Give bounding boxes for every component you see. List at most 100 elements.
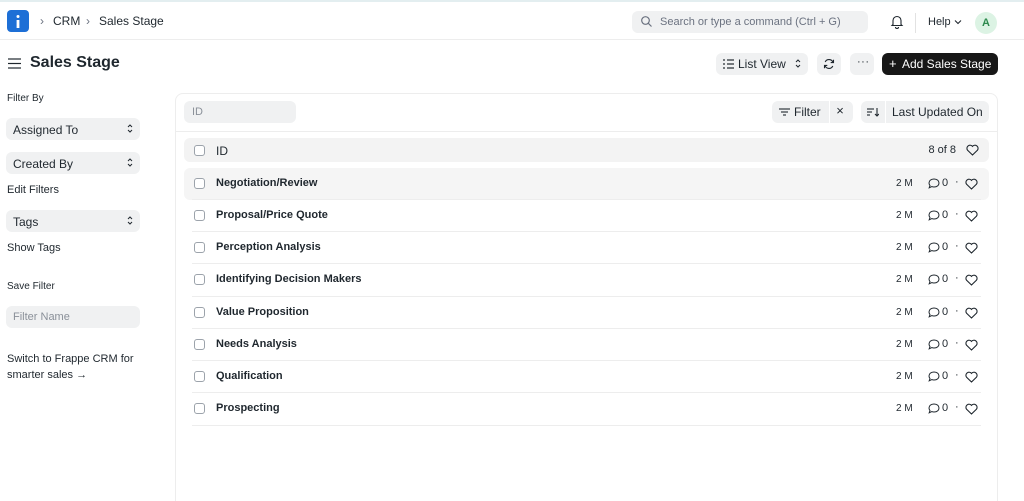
show-tags-link[interactable]: Show Tags bbox=[7, 242, 61, 254]
row-checkbox[interactable] bbox=[194, 274, 205, 285]
user-avatar[interactable]: A bbox=[975, 12, 997, 34]
plus-icon: + bbox=[889, 56, 897, 71]
heart-icon[interactable] bbox=[965, 307, 978, 319]
add-sales-stage-button[interactable]: + Add Sales Stage bbox=[882, 53, 998, 75]
sidebar-toggle-icon[interactable] bbox=[8, 58, 21, 69]
select-arrows-icon bbox=[795, 59, 801, 68]
sort-label: Last Updated On bbox=[892, 105, 983, 119]
filter-icon bbox=[779, 108, 790, 116]
toolbar-divider bbox=[176, 131, 997, 132]
sort-divider bbox=[885, 101, 886, 123]
list-card: Filter × Last Updated On ID 8 of 8 Negot… bbox=[175, 93, 998, 501]
modified-time: 2 M bbox=[896, 242, 913, 253]
comment-count: 0 bbox=[942, 241, 949, 253]
page-title: Sales Stage bbox=[30, 54, 120, 71]
list-row[interactable]: Perception Analysis 2 M 0 · bbox=[184, 232, 989, 264]
switch-to-frappe-crm-link[interactable]: Switch to Frappe CRM for smarter sales → bbox=[7, 351, 157, 383]
row-name[interactable]: Perception Analysis bbox=[216, 241, 321, 253]
frappe-logo-icon[interactable] bbox=[7, 10, 29, 32]
sort-button[interactable]: Last Updated On bbox=[861, 101, 989, 123]
clear-filter-icon[interactable]: × bbox=[830, 103, 850, 121]
heart-icon[interactable] bbox=[965, 274, 978, 286]
row-checkbox[interactable] bbox=[194, 242, 205, 253]
created-by-label: Created By bbox=[13, 157, 74, 171]
chevron-down-icon[interactable] bbox=[954, 19, 962, 25]
filter-name-input[interactable] bbox=[6, 306, 140, 328]
row-name[interactable]: Proposal/Price Quote bbox=[216, 209, 328, 221]
tags-select[interactable]: Tags bbox=[6, 210, 140, 232]
edit-filters-link[interactable]: Edit Filters bbox=[7, 184, 59, 196]
list-view-button[interactable]: List View bbox=[716, 53, 808, 75]
navbar-divider bbox=[915, 13, 916, 33]
comment-count: 0 bbox=[942, 273, 949, 285]
heart-icon[interactable] bbox=[965, 339, 978, 351]
more-actions-button[interactable]: ··· bbox=[850, 53, 874, 75]
select-all-checkbox[interactable] bbox=[194, 145, 205, 156]
comment-icon bbox=[928, 307, 940, 318]
comment-count: 0 bbox=[942, 209, 949, 221]
breadcrumb-sales-stage[interactable]: Sales Stage bbox=[99, 14, 164, 28]
modified-time: 2 M bbox=[896, 210, 913, 221]
search-bar[interactable]: Search or type a command (Ctrl + G) bbox=[632, 11, 868, 33]
list-row[interactable]: Negotiation/Review 2 M 0 · bbox=[184, 168, 989, 200]
modified-time: 2 M bbox=[896, 307, 913, 318]
select-arrows-icon bbox=[127, 216, 133, 225]
breadcrumb-crm[interactable]: CRM bbox=[53, 14, 80, 28]
filter-label: Filter bbox=[794, 105, 821, 119]
row-divider bbox=[192, 296, 981, 297]
id-filter-field[interactable] bbox=[184, 101, 296, 123]
row-checkbox[interactable] bbox=[194, 307, 205, 318]
heart-icon[interactable] bbox=[965, 371, 978, 383]
row-divider bbox=[192, 392, 981, 393]
list-row[interactable]: Identifying Decision Makers 2 M 0 · bbox=[184, 264, 989, 296]
list-view-label: List View bbox=[738, 57, 786, 71]
help-menu[interactable]: Help bbox=[928, 16, 951, 28]
row-name[interactable]: Identifying Decision Makers bbox=[216, 273, 361, 285]
sort-order-icon[interactable] bbox=[867, 106, 879, 118]
refresh-button[interactable] bbox=[817, 53, 841, 75]
separator-dot: · bbox=[955, 337, 959, 349]
heart-icon[interactable] bbox=[965, 403, 978, 415]
row-checkbox[interactable] bbox=[194, 210, 205, 221]
id-filter-input[interactable] bbox=[184, 101, 296, 123]
id-column-header: ID bbox=[216, 144, 228, 158]
list-row[interactable]: Prospecting 2 M 0 · bbox=[184, 393, 989, 425]
filter-divider bbox=[829, 101, 830, 123]
row-name[interactable]: Negotiation/Review bbox=[216, 177, 317, 189]
row-divider bbox=[192, 328, 981, 329]
comment-icon bbox=[928, 339, 940, 350]
list-row[interactable]: Needs Analysis 2 M 0 · bbox=[184, 329, 989, 361]
separator-dot: · bbox=[955, 272, 959, 284]
row-name[interactable]: Needs Analysis bbox=[216, 338, 297, 350]
heart-icon[interactable] bbox=[965, 242, 978, 254]
row-checkbox[interactable] bbox=[194, 339, 205, 350]
comment-icon bbox=[928, 403, 940, 414]
notification-bell-icon[interactable] bbox=[890, 14, 904, 29]
separator-dot: · bbox=[955, 369, 959, 381]
row-divider bbox=[192, 231, 981, 232]
row-name[interactable]: Value Proposition bbox=[216, 306, 309, 318]
assigned-to-select[interactable]: Assigned To bbox=[6, 118, 140, 140]
list-row[interactable]: Value Proposition 2 M 0 · bbox=[184, 297, 989, 329]
list-row[interactable]: Qualification 2 M 0 · bbox=[184, 361, 989, 393]
row-name[interactable]: Prospecting bbox=[216, 402, 280, 414]
row-checkbox[interactable] bbox=[194, 403, 205, 414]
comment-icon bbox=[928, 242, 940, 253]
comment-count: 0 bbox=[942, 338, 949, 350]
filter-name-field[interactable] bbox=[6, 306, 140, 328]
save-filter-heading: Save Filter bbox=[7, 281, 55, 292]
comment-count: 0 bbox=[942, 306, 949, 318]
list-row[interactable]: Proposal/Price Quote 2 M 0 · bbox=[184, 200, 989, 232]
modified-time: 2 M bbox=[896, 371, 913, 382]
row-name[interactable]: Qualification bbox=[216, 370, 283, 382]
comment-icon bbox=[928, 371, 940, 382]
heart-icon[interactable] bbox=[966, 144, 979, 156]
row-checkbox[interactable] bbox=[194, 371, 205, 382]
heart-icon[interactable] bbox=[965, 178, 978, 190]
row-divider bbox=[192, 360, 981, 361]
separator-dot: · bbox=[955, 208, 959, 220]
heart-icon[interactable] bbox=[965, 210, 978, 222]
row-checkbox[interactable] bbox=[194, 178, 205, 189]
filter-button[interactable]: Filter × bbox=[772, 101, 853, 123]
created-by-select[interactable]: Created By bbox=[6, 152, 140, 174]
